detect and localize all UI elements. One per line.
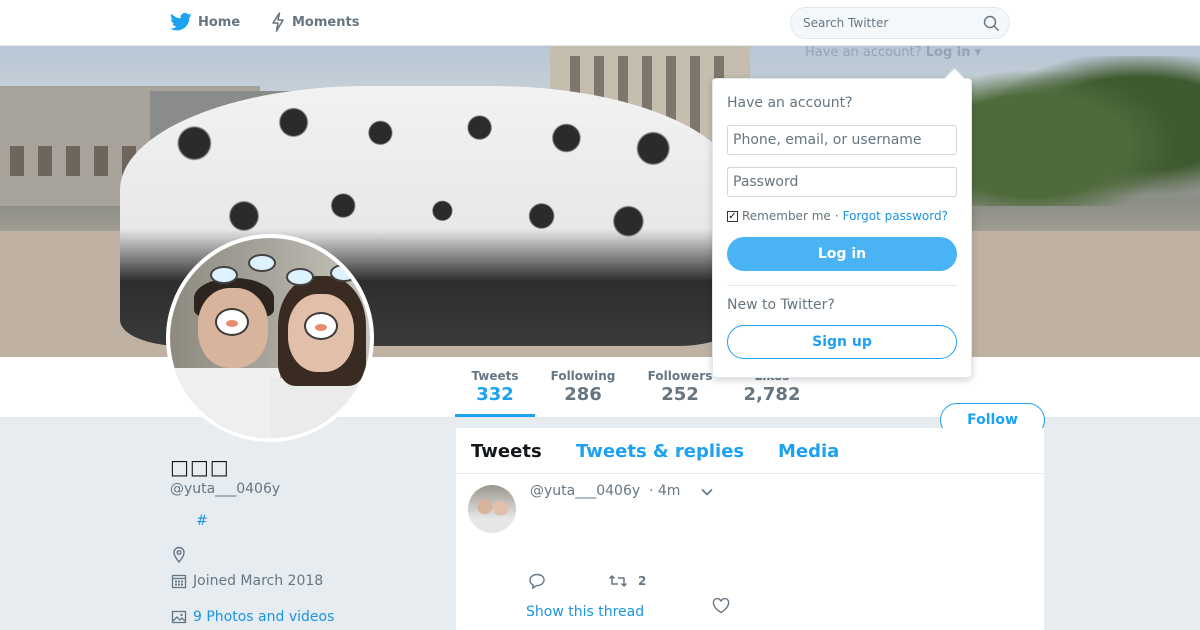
new-to-twitter-label: New to Twitter? — [727, 297, 835, 313]
profile-location — [171, 546, 187, 564]
retweet-action[interactable]: 2 — [608, 573, 646, 589]
cloud-sticker-icon — [248, 254, 276, 272]
cloud-sticker-icon — [210, 266, 238, 284]
image-icon — [171, 610, 187, 624]
login-button[interactable]: Log in — [727, 237, 957, 271]
stat-value: 286 — [564, 384, 602, 405]
cloud-sticker-icon — [330, 264, 358, 282]
stat-value: 2,782 — [743, 384, 801, 405]
heart-icon[interactable] — [712, 598, 730, 614]
retweet-icon — [608, 575, 628, 587]
separator-dot: · — [834, 209, 839, 223]
password-field[interactable] — [727, 167, 957, 197]
profile-name[interactable]: □□□ — [170, 455, 230, 479]
timeline-tabs: Tweets Tweets & replies Media — [456, 428, 1044, 474]
login-hint-prefix: Have an account? — [805, 45, 922, 60]
profile-handle[interactable]: @yuta___0406y — [170, 481, 280, 497]
nav-moments-label: Moments — [292, 14, 360, 30]
stat-following[interactable]: Following 286 — [548, 369, 618, 405]
avatar-detail — [270, 378, 370, 438]
stat-tweets[interactable]: Tweets 332 — [455, 369, 535, 417]
tweet-avatar[interactable] — [468, 485, 516, 533]
stat-label: Followers — [647, 369, 713, 383]
twitter-bird-icon — [170, 12, 192, 31]
profile-photos-text: 9 Photos and videos — [193, 609, 335, 625]
remember-me-label[interactable]: Remember me — [742, 209, 831, 223]
divider — [727, 285, 957, 286]
profile-photos-link[interactable]: 9 Photos and videos — [171, 609, 334, 625]
calendar-icon — [171, 574, 187, 589]
tab-tweets-and-replies[interactable]: Tweets & replies — [576, 441, 744, 462]
show-thread-link[interactable]: Show this thread — [526, 604, 644, 620]
profile-joined-text: Joined March 2018 — [193, 573, 324, 589]
nav-home-label: Home — [198, 14, 241, 30]
stat-followers[interactable]: Followers 252 — [645, 369, 715, 405]
login-dropdown-title: Have an account? — [727, 95, 853, 111]
stat-label: Tweets — [471, 369, 519, 383]
location-pin-icon — [173, 546, 185, 564]
stat-value: 332 — [476, 384, 514, 405]
tab-media[interactable]: Media — [778, 441, 839, 462]
profile-hashtag[interactable]: # — [196, 513, 208, 529]
remember-me-row: ✓ Remember me · Forgot password? — [727, 209, 948, 223]
banner-trees — [960, 56, 1200, 206]
tweet-handle[interactable]: @yuta___0406y — [530, 483, 640, 499]
top-navigation-bar: Home Moments — [0, 0, 1200, 46]
nav-home[interactable]: Home — [170, 12, 240, 32]
forgot-password-link[interactable]: Forgot password? — [843, 209, 948, 223]
login-hint[interactable]: Have an account? Log in ▾ — [805, 45, 981, 60]
search-input[interactable] — [791, 8, 971, 38]
stat-label: Following — [550, 369, 616, 383]
remember-me-checkbox[interactable]: ✓ — [727, 210, 738, 222]
avatar[interactable] — [166, 234, 374, 442]
username-field[interactable] — [727, 125, 957, 155]
search-icon[interactable] — [983, 15, 999, 31]
retweet-count: 2 — [638, 574, 647, 588]
stat-value: 252 — [661, 384, 699, 405]
tweet-timestamp[interactable]: · 4m — [649, 483, 680, 499]
reply-icon[interactable] — [528, 573, 546, 589]
timeline: Tweets Tweets & replies Media @yuta___04… — [456, 428, 1044, 630]
tab-tweets[interactable]: Tweets — [471, 441, 542, 462]
signup-button[interactable]: Sign up — [727, 325, 957, 359]
nav-moments[interactable]: Moments — [270, 12, 359, 32]
login-hint-link[interactable]: Log in — [926, 45, 971, 60]
search-box — [790, 7, 1010, 39]
chevron-down-icon[interactable] — [700, 485, 714, 499]
login-dropdown: Have an account? ✓ Remember me · Forgot … — [712, 78, 972, 378]
cloud-sticker-icon — [286, 268, 314, 286]
avatar-detail — [170, 368, 280, 438]
chevron-down-icon: ▾ — [974, 45, 982, 60]
profile-joined: Joined March 2018 — [171, 573, 323, 589]
bear-sticker-icon — [304, 312, 338, 340]
lightning-icon — [272, 12, 284, 32]
bear-sticker-icon — [215, 308, 249, 336]
